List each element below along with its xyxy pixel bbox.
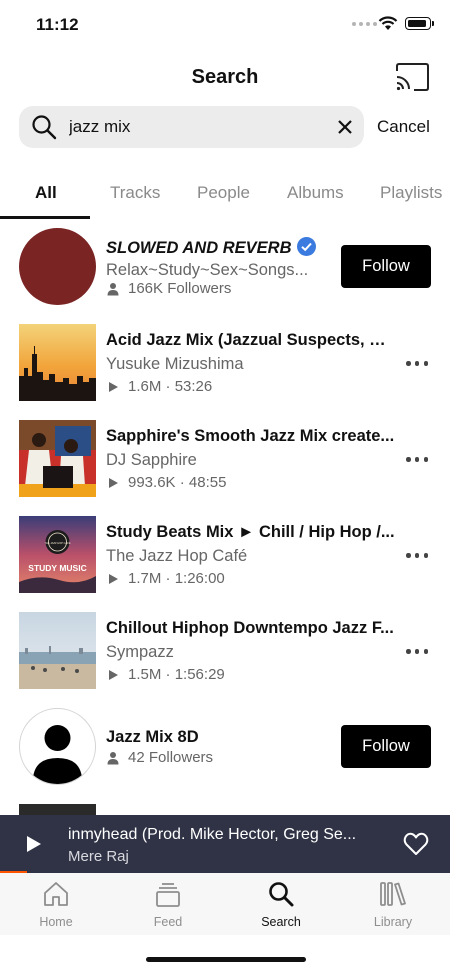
list-item[interactable]	[0, 804, 450, 815]
verified-icon	[297, 237, 317, 256]
followers-count: 42 Followers	[128, 749, 214, 766]
cancel-button[interactable]: Cancel	[377, 117, 430, 137]
library-icon	[380, 882, 406, 906]
nav-home[interactable]: Home	[11, 873, 101, 935]
nav-label: Feed	[153, 915, 183, 929]
play-count: 1.6M	[128, 378, 162, 395]
filter-tabs: All Tracks People Albums Playlists	[0, 183, 450, 219]
clear-icon[interactable]	[337, 119, 353, 135]
list-item[interactable]: Chillout Hiphop Downtempo Jazz F... Symp…	[0, 612, 450, 692]
result-meta: 1.5M · 1:56:29	[106, 666, 225, 683]
nav-search[interactable]: Search	[236, 873, 326, 935]
result-meta: 1.6M · 53:26	[106, 378, 212, 395]
bottom-nav: Home Feed Search Library	[0, 873, 450, 935]
track-artwork: STUDY MUSIC THE JAZZ HOP CAFÉ	[19, 516, 96, 593]
duration: 1:56:29	[174, 666, 225, 683]
person-icon	[107, 282, 119, 295]
tab-playlists[interactable]: Playlists	[380, 183, 442, 203]
list-item[interactable]: SLOWED AND REVERB Relax~Study~Sex~Songs.…	[0, 228, 450, 308]
cast-icon[interactable]	[394, 62, 430, 92]
result-subtitle: Sympazz	[106, 643, 174, 661]
result-title: Chillout Hiphop Downtempo Jazz F...	[106, 619, 394, 637]
more-icon[interactable]	[406, 649, 428, 655]
search-icon	[269, 882, 294, 907]
result-subtitle: The Jazz Hop Café	[106, 547, 248, 565]
result-meta: 166K Followers	[106, 280, 231, 297]
nav-label: Home	[39, 915, 73, 929]
play-count-icon	[109, 573, 118, 584]
list-item[interactable]: Jazz Mix 8D 42 Followers Follow	[0, 708, 450, 788]
page-title: Search	[191, 66, 259, 88]
now-playing-artist: Mere Raj	[68, 848, 129, 865]
result-title: Study Beats Mix ► Chill / Hip Hop /...	[106, 523, 395, 541]
play-count-icon	[109, 381, 118, 392]
follow-button[interactable]: Follow	[341, 725, 431, 768]
track-artwork	[19, 612, 96, 689]
track-artwork	[19, 324, 96, 401]
nav-label: Search	[261, 915, 301, 929]
tab-people[interactable]: People	[197, 183, 250, 203]
person-icon	[107, 751, 119, 764]
signal-icon	[352, 22, 377, 26]
result-title: Sapphire's Smooth Jazz Mix create...	[106, 427, 395, 445]
wifi-icon	[378, 16, 398, 30]
list-item[interactable]: STUDY MUSIC THE JAZZ HOP CAFÉ Study Beat…	[0, 516, 450, 596]
search-icon	[32, 115, 57, 140]
track-artwork	[19, 804, 96, 815]
nav-label: Library	[373, 915, 413, 929]
play-count-icon	[109, 669, 118, 680]
play-count: 1.5M	[128, 666, 162, 683]
heart-icon[interactable]	[403, 832, 429, 856]
duration: 1:26:00	[174, 570, 225, 587]
result-title: Jazz Mix 8D	[106, 728, 199, 746]
search-bar[interactable]	[19, 106, 364, 148]
result-meta: 1.7M · 1:26:00	[106, 570, 225, 587]
tab-albums[interactable]: Albums	[287, 183, 344, 203]
play-count-icon	[109, 477, 118, 488]
more-icon[interactable]	[406, 361, 428, 367]
status-bar: 11:12	[0, 0, 450, 50]
avatar	[19, 228, 96, 305]
battery-icon	[405, 17, 434, 30]
play-icon[interactable]	[26, 835, 42, 853]
result-title: Acid Jazz Mix (Jazzual Suspects, Gr...	[106, 331, 396, 349]
search-input[interactable]	[69, 113, 329, 141]
nav-library[interactable]: Library	[348, 873, 438, 935]
active-tab-indicator	[0, 216, 90, 219]
play-count: 993.6K	[128, 474, 176, 491]
result-subtitle: Yusuke Mizushima	[106, 355, 244, 373]
duration: 48:55	[188, 474, 227, 491]
status-time: 11:12	[36, 15, 79, 34]
nav-feed[interactable]: Feed	[123, 873, 213, 935]
now-playing-title: inmyhead (Prod. Mike Hector, Greg Se...	[68, 826, 357, 843]
more-icon[interactable]	[406, 553, 428, 559]
result-meta: 42 Followers	[106, 749, 213, 766]
list-item[interactable]: Sapphire's Smooth Jazz Mix create... DJ …	[0, 420, 450, 500]
play-count: 1.7M	[128, 570, 162, 587]
more-icon[interactable]	[406, 457, 428, 463]
result-meta: 993.6K · 48:55	[106, 474, 226, 491]
list-item[interactable]: Acid Jazz Mix (Jazzual Suspects, Gr... Y…	[0, 324, 450, 404]
avatar	[19, 708, 96, 785]
tab-all[interactable]: All	[35, 183, 57, 203]
result-subtitle: DJ Sapphire	[106, 451, 197, 469]
mini-player[interactable]: inmyhead (Prod. Mike Hector, Greg Se... …	[0, 815, 450, 873]
duration: 53:26	[174, 378, 213, 395]
artwork-label: STUDY MUSIC	[28, 563, 86, 573]
track-artwork	[19, 420, 96, 497]
followers-count: 166K Followers	[128, 280, 232, 297]
feed-icon	[156, 883, 180, 907]
home-indicator	[146, 957, 306, 962]
home-icon	[44, 882, 68, 906]
result-title: SLOWED AND REVERB	[106, 237, 317, 258]
follow-button[interactable]: Follow	[341, 245, 431, 288]
tab-tracks[interactable]: Tracks	[110, 183, 160, 203]
result-subtitle: Relax~Study~Sex~Songs...	[106, 261, 309, 279]
